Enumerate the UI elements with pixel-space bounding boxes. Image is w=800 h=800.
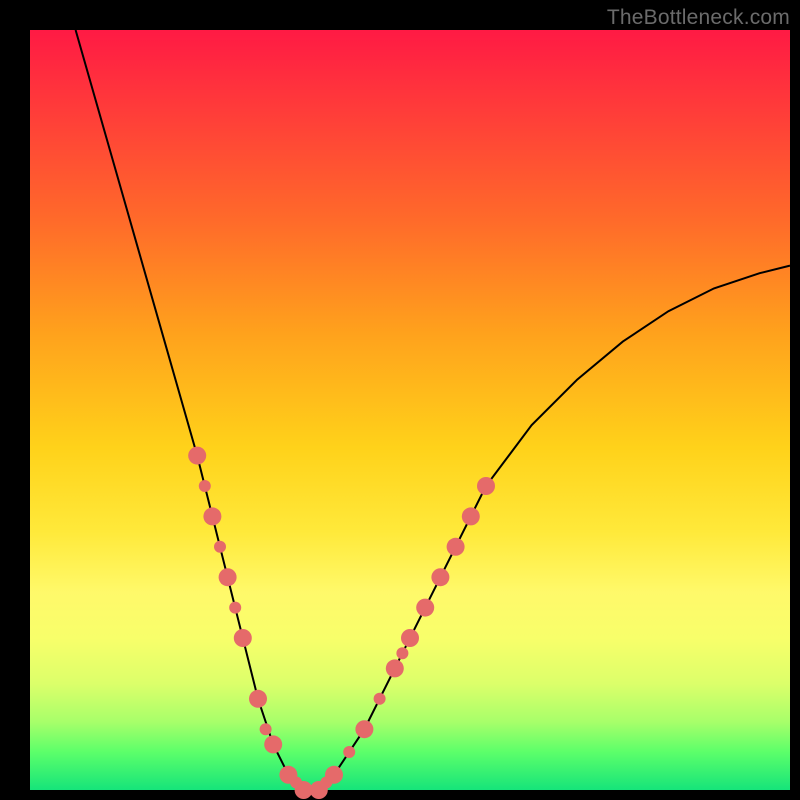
data-point bbox=[199, 480, 211, 492]
watermark-label: TheBottleneck.com bbox=[607, 6, 790, 30]
data-point bbox=[260, 723, 272, 735]
data-point bbox=[401, 629, 419, 647]
data-point bbox=[416, 599, 434, 617]
data-point bbox=[477, 477, 495, 495]
curve-layer bbox=[76, 30, 790, 790]
data-point bbox=[343, 746, 355, 758]
data-point bbox=[396, 647, 408, 659]
plot-area bbox=[30, 30, 790, 790]
data-point bbox=[447, 538, 465, 556]
data-point bbox=[234, 629, 252, 647]
chart-svg bbox=[30, 30, 790, 790]
data-point bbox=[374, 693, 386, 705]
data-point bbox=[264, 735, 282, 753]
data-point bbox=[386, 659, 404, 677]
data-point bbox=[249, 690, 267, 708]
data-point bbox=[462, 507, 480, 525]
data-point bbox=[229, 602, 241, 614]
data-point bbox=[214, 541, 226, 553]
data-point bbox=[355, 720, 373, 738]
marker-layer bbox=[188, 447, 495, 799]
data-point bbox=[188, 447, 206, 465]
bottleneck-curve bbox=[76, 30, 790, 790]
chart-stage: TheBottleneck.com bbox=[0, 0, 800, 800]
data-point bbox=[219, 568, 237, 586]
data-point bbox=[431, 568, 449, 586]
data-point bbox=[325, 766, 343, 784]
data-point bbox=[203, 507, 221, 525]
